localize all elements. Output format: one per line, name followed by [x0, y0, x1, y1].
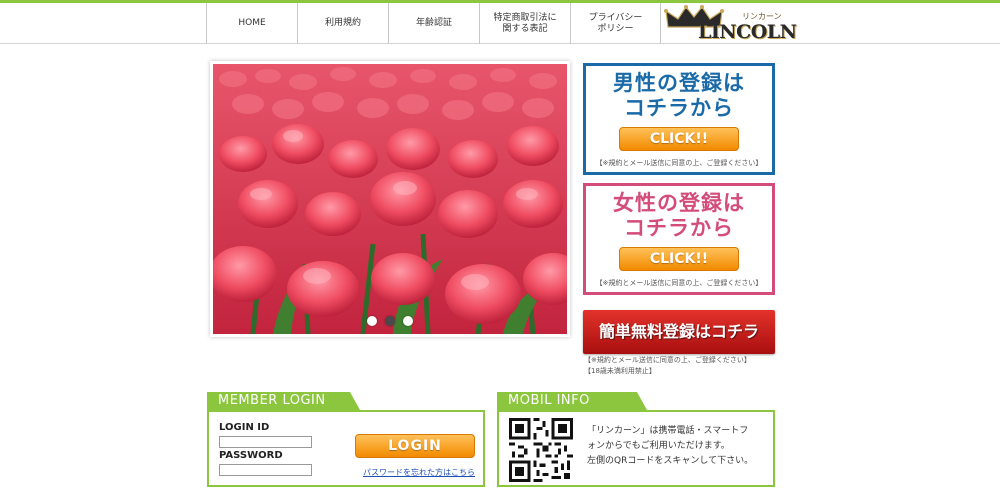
register-female-panel[interactable]: 女性の登録は コチラから CLICK!! 【※規約とメール送信に同意の上、ご登録…	[583, 183, 775, 295]
easy-register-button[interactable]: 簡単無料登録はコチラ	[583, 310, 775, 354]
slider-dot[interactable]	[403, 316, 413, 326]
member-login-panel: MEMBER LOGIN LOGIN ID PASSWORD LOGIN パスワ…	[207, 392, 485, 487]
mobil-info-line3: 左側のQRコードをスキャンして下さい。	[587, 456, 754, 466]
slide-image-tulips	[213, 64, 567, 334]
slider-dot-active[interactable]	[385, 316, 395, 326]
register-male-title-line1: 男性の登録は	[613, 71, 745, 95]
logo-wordmark: LINCOLN	[698, 21, 797, 43]
tulip-field-image	[213, 64, 567, 334]
mobil-info-text: 「リンカーン」は携帯電話・スマートフ ォンからでもご利用いただけます。 左側のQ…	[587, 424, 772, 469]
mobil-info-tab: MOBIL INFO	[497, 392, 647, 410]
nav-terms[interactable]: 利用規約	[297, 3, 388, 44]
mobil-info-line1: 「リンカーン」は携帯電話・スマートフ	[587, 426, 749, 436]
slider-dots	[213, 316, 567, 326]
easy-register-note-consent: 【※規約とメール送信に同意の上、ご登録ください】	[584, 356, 751, 364]
mobil-info-panel: MOBIL INFO 「リンカーン」は携帯電話・スマートフ ォンからでもご利用い…	[497, 392, 775, 487]
mobil-info-line2: ォンからでもご利用いただけます。	[587, 441, 730, 451]
register-female-title-line2: コチラから	[624, 216, 734, 240]
header: HOME 利用規約 年齢認証 特定商取引法に 関する表記 プライバシー ポリシー…	[0, 3, 1000, 44]
main-nav: HOME 利用規約 年齢認証 特定商取引法に 関する表記 プライバシー ポリシー	[206, 3, 661, 44]
register-male-button[interactable]: CLICK!!	[619, 127, 739, 151]
nav-commerce-law[interactable]: 特定商取引法に 関する表記	[479, 3, 570, 44]
password-input[interactable]	[219, 464, 312, 476]
nav-age-verification[interactable]: 年齢認証	[388, 3, 479, 44]
member-login-tab: MEMBER LOGIN	[207, 392, 360, 410]
login-id-input[interactable]	[219, 436, 312, 448]
register-female-title: 女性の登録は コチラから	[586, 191, 772, 241]
mobil-info-body: 「リンカーン」は携帯電話・スマートフ ォンからでもご利用いただけます。 左側のQ…	[497, 410, 775, 487]
qr-code-icon	[509, 418, 573, 482]
register-female-note: 【※規約とメール送信に同意の上、ご登録ください】	[595, 279, 763, 287]
site-logo[interactable]: リンカーン LINCOLN	[662, 3, 802, 44]
nav-home[interactable]: HOME	[206, 3, 297, 44]
easy-register-note-age: 【18歳未満利用禁止】	[584, 367, 656, 375]
hero-slider	[210, 61, 570, 337]
login-button[interactable]: LOGIN	[355, 434, 475, 458]
nav-privacy-policy[interactable]: プライバシー ポリシー	[570, 3, 661, 44]
register-female-button[interactable]: CLICK!!	[619, 247, 739, 271]
easy-register-note: 【※規約とメール送信に同意の上、ご登録ください】 【18歳未満利用禁止】	[584, 355, 751, 377]
register-female-title-line1: 女性の登録は	[613, 191, 745, 215]
register-male-note: 【※規約とメール送信に同意の上、ご登録ください】	[595, 159, 763, 167]
password-label: PASSWORD	[219, 450, 283, 461]
login-id-label: LOGIN ID	[219, 422, 270, 433]
register-male-panel[interactable]: 男性の登録は コチラから CLICK!! 【※規約とメール送信に同意の上、ご登録…	[583, 63, 775, 175]
register-male-title: 男性の登録は コチラから	[586, 71, 772, 121]
forgot-password-link[interactable]: パスワードを忘れた方はこちら	[363, 467, 475, 478]
member-login-body: LOGIN ID PASSWORD LOGIN パスワードを忘れた方はこちら	[207, 410, 485, 487]
register-male-title-line2: コチラから	[624, 96, 734, 120]
slider-dot[interactable]	[367, 316, 377, 326]
